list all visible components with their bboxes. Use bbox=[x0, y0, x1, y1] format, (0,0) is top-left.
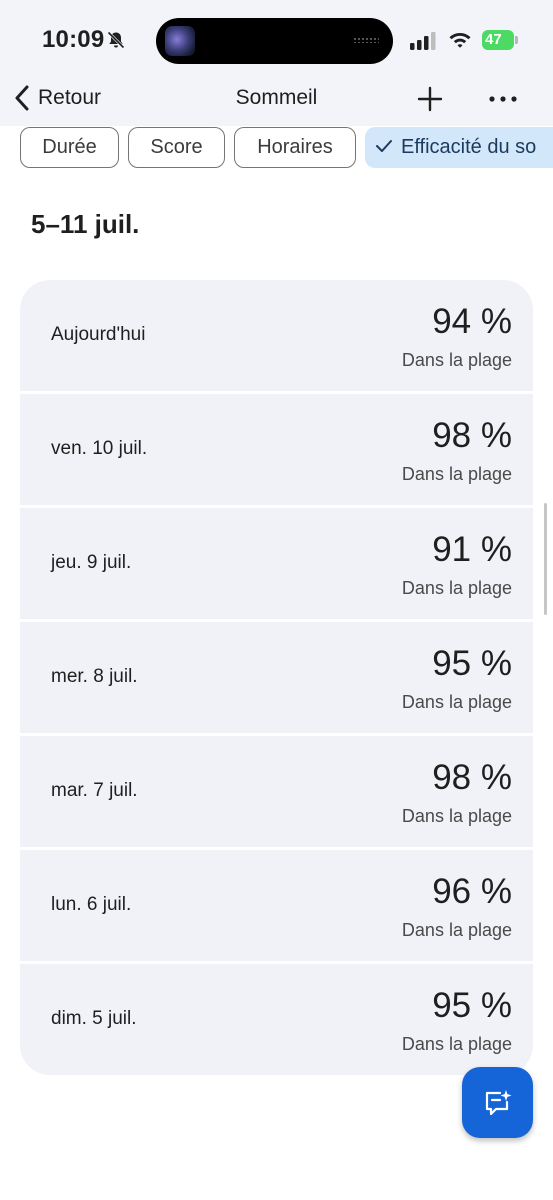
day-label: mar. 7 juil. bbox=[51, 780, 138, 801]
list-item[interactable]: mar. 7 juil. 98 % Dans la plage bbox=[20, 736, 533, 847]
range-status: Dans la plage bbox=[401, 806, 512, 826]
battery-level: 47 bbox=[485, 31, 502, 48]
ask-coach-fab[interactable] bbox=[462, 1067, 533, 1138]
range-status: Dans la plage bbox=[401, 920, 512, 940]
wifi-icon bbox=[449, 33, 471, 48]
now-playing-artwork bbox=[165, 26, 195, 56]
week-range-title: 5–11 juil. bbox=[31, 209, 140, 239]
efficiency-value: 96 % bbox=[432, 872, 512, 911]
day-label: Aujourd'hui bbox=[51, 324, 146, 345]
chip-efficacite[interactable]: Efficacité du so bbox=[365, 127, 553, 168]
sleep-efficiency-list: Aujourd'hui 94 % Dans la plage ven. 10 j… bbox=[20, 280, 533, 1075]
more-horizontal-icon[interactable] bbox=[488, 85, 518, 113]
audio-dots-icon bbox=[353, 37, 379, 43]
filter-chips: Durée Score Horaires Efficacité du so bbox=[20, 127, 553, 168]
range-status: Dans la plage bbox=[401, 692, 512, 712]
day-label: dim. 5 juil. bbox=[51, 1008, 137, 1029]
chip-label: Efficacité du so bbox=[401, 136, 537, 158]
battery-cap bbox=[515, 36, 518, 44]
day-label: lun. 6 juil. bbox=[51, 894, 132, 915]
page-title: Sommeil bbox=[235, 86, 318, 109]
cellular-signal-icon bbox=[410, 32, 436, 50]
list-item[interactable]: jeu. 9 juil. 91 % Dans la plage bbox=[20, 508, 533, 619]
day-label: ven. 10 juil. bbox=[51, 438, 148, 459]
range-status: Dans la plage bbox=[401, 464, 512, 484]
efficiency-value: 98 % bbox=[432, 416, 512, 455]
efficiency-value: 94 % bbox=[432, 302, 512, 341]
list-item[interactable]: Aujourd'hui 94 % Dans la plage bbox=[20, 280, 533, 391]
chip-horaires[interactable]: Horaires bbox=[234, 127, 356, 168]
efficiency-value: 95 % bbox=[432, 644, 512, 683]
day-label: mer. 8 juil. bbox=[51, 666, 138, 687]
efficiency-value: 91 % bbox=[432, 530, 512, 569]
scrollbar[interactable] bbox=[544, 503, 547, 615]
list-item[interactable]: lun. 6 juil. 96 % Dans la plage bbox=[20, 850, 533, 961]
list-item[interactable]: ven. 10 juil. 98 % Dans la plage bbox=[20, 394, 533, 505]
list-item[interactable]: mer. 8 juil. 95 % Dans la plage bbox=[20, 622, 533, 733]
chat-sparkle-icon bbox=[485, 1089, 511, 1115]
list-item[interactable]: dim. 5 juil. 95 % Dans la plage bbox=[20, 964, 533, 1075]
efficiency-value: 95 % bbox=[432, 986, 512, 1025]
chip-score[interactable]: Score bbox=[128, 127, 225, 168]
check-icon bbox=[376, 140, 392, 153]
range-status: Dans la plage bbox=[401, 350, 512, 370]
bell-muted-icon bbox=[107, 31, 125, 49]
chip-label: Durée bbox=[42, 136, 97, 158]
chip-label: Horaires bbox=[257, 136, 333, 158]
range-status: Dans la plage bbox=[401, 1034, 512, 1054]
chip-duree[interactable]: Durée bbox=[20, 127, 119, 168]
battery-indicator: 47 bbox=[482, 30, 514, 50]
day-label: jeu. 9 juil. bbox=[51, 552, 132, 573]
dynamic-island[interactable] bbox=[156, 18, 393, 64]
chip-label: Score bbox=[150, 136, 203, 158]
status-time: 10:09 bbox=[42, 26, 105, 53]
plus-icon[interactable] bbox=[416, 85, 444, 113]
efficiency-value: 98 % bbox=[432, 758, 512, 797]
range-status: Dans la plage bbox=[401, 578, 512, 598]
